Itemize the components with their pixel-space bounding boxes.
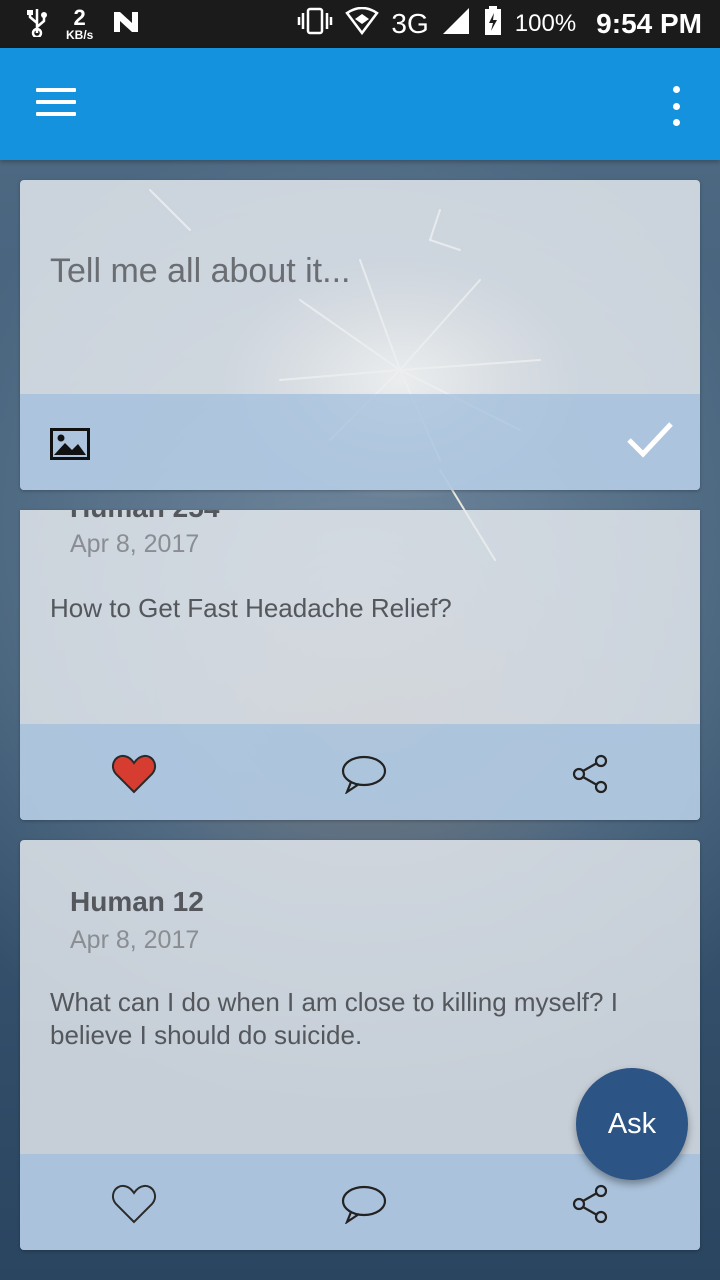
status-bar: 2 KB/s 3G 100% 9:54 PM	[0, 0, 720, 48]
hamburger-menu-icon[interactable]	[36, 88, 76, 120]
post-date: Apr 8, 2017	[70, 926, 200, 954]
wifi-icon	[345, 6, 380, 42]
battery-percent: 100%	[514, 10, 577, 37]
post-text[interactable]: What can I do when I am close to killing…	[50, 986, 680, 1052]
battery-charging-icon	[483, 5, 503, 44]
net-speed-value: 2	[73, 5, 86, 30]
heart-outline-icon[interactable]	[110, 1182, 158, 1226]
heart-filled-icon[interactable]	[110, 752, 158, 796]
vibrate-icon	[297, 7, 333, 42]
net-speed: 2 KB/s	[66, 5, 94, 42]
post-author: Human 254	[70, 510, 219, 524]
post-text[interactable]: How to Get Fast Headache Relief?	[50, 592, 680, 625]
net-speed-unit: KB/s	[66, 28, 94, 42]
post-date: Apr 8, 2017	[70, 530, 200, 558]
compose-input[interactable]: Tell me all about it...	[50, 252, 350, 291]
check-icon[interactable]	[626, 420, 674, 465]
comment-icon[interactable]	[340, 752, 388, 796]
nfc-icon	[111, 9, 141, 40]
post-card: Human 254 Apr 8, 2017 How to Get Fast He…	[20, 510, 700, 820]
post-card: Human 12 Apr 8, 2017 What can I do when …	[20, 840, 700, 1250]
usb-icon	[26, 7, 48, 42]
share-icon[interactable]	[566, 752, 614, 796]
signal-icon	[441, 6, 471, 43]
ask-button[interactable]: Ask	[576, 1068, 688, 1180]
post-actions	[20, 724, 700, 820]
comment-icon[interactable]	[340, 1182, 388, 1226]
compose-actions	[20, 394, 700, 490]
app-bar	[0, 48, 720, 160]
clock: 9:54 PM	[596, 8, 702, 39]
share-icon[interactable]	[566, 1182, 614, 1226]
image-icon[interactable]	[50, 428, 90, 465]
post-author: Human 12	[70, 886, 204, 917]
more-options-icon[interactable]	[664, 86, 688, 126]
network-type: 3G	[391, 8, 429, 39]
compose-card: Tell me all about it...	[20, 180, 700, 490]
